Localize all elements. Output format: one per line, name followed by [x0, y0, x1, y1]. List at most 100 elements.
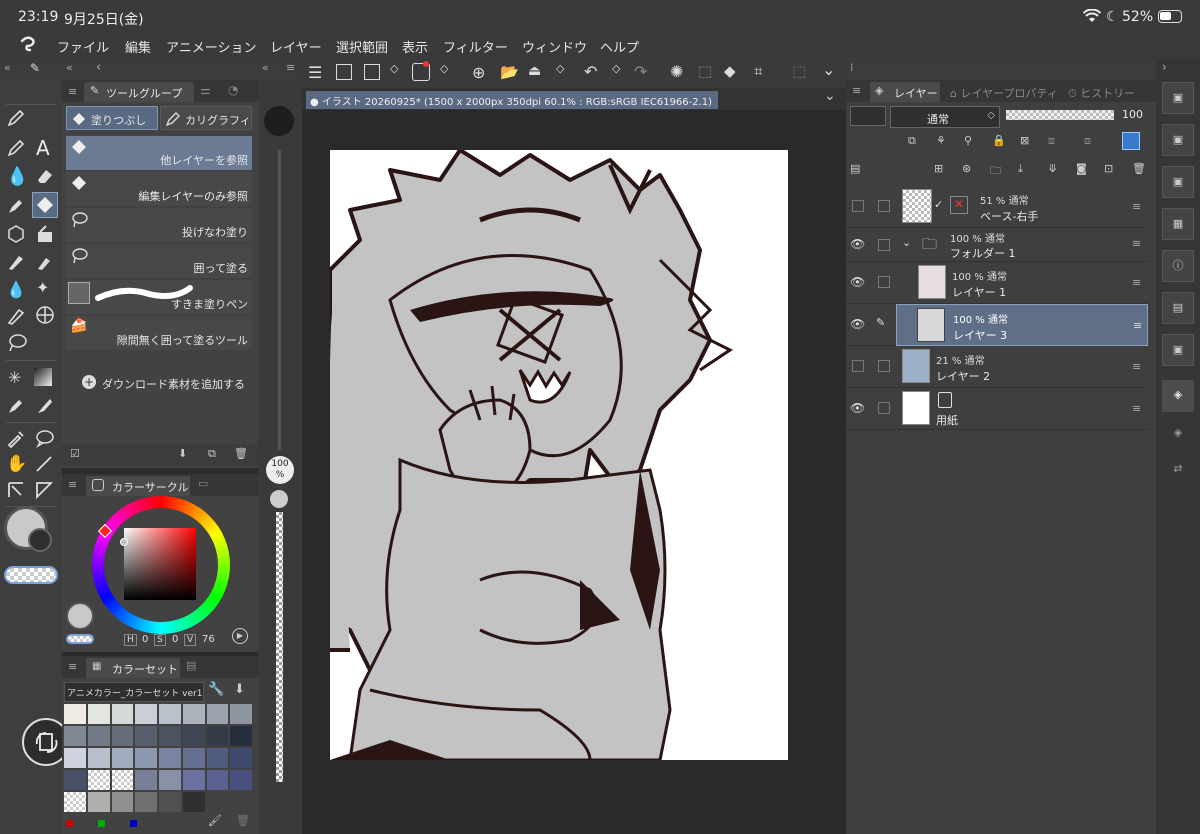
sub-view-icon[interactable]: ▣ — [1162, 124, 1194, 156]
menu-grip-icon[interactable]: ≡ — [68, 85, 77, 98]
color-swatch[interactable] — [182, 792, 205, 812]
blend-tool-icon[interactable]: 💧 — [6, 166, 28, 187]
collapse-icon[interactable]: « — [262, 61, 269, 74]
palette-icon[interactable]: ◔ — [228, 83, 238, 97]
color-swatch[interactable] — [135, 704, 157, 724]
new-folder-icon[interactable]: 🗀 — [990, 162, 1001, 181]
color-swatch[interactable] — [64, 770, 86, 790]
color-swatch[interactable] — [230, 704, 252, 724]
close-dot-icon[interactable]: ● — [310, 97, 322, 108]
color-swatch[interactable] — [206, 704, 229, 724]
blur-tool-icon[interactable]: 💧 — [6, 280, 26, 299]
sv-picker-handle[interactable] — [120, 538, 128, 546]
lasso-tool-icon[interactable] — [6, 332, 28, 354]
grip-icon[interactable]: ⁞ — [850, 61, 854, 74]
duplicate-icon[interactable]: ⧉ — [208, 447, 216, 461]
color-swatch[interactable] — [230, 770, 252, 790]
edit-target-toggle[interactable] — [878, 239, 890, 251]
color-swatch[interactable] — [111, 704, 134, 724]
layer-color-toggle[interactable] — [850, 106, 886, 126]
redo-icon[interactable]: ↷ — [634, 62, 647, 81]
color-swatch[interactable] — [182, 726, 205, 746]
materials-icon[interactable]: ▤ — [1162, 292, 1194, 324]
download-icon[interactable]: ⬇ — [234, 682, 245, 697]
chevron-right-icon[interactable]: › — [1162, 60, 1167, 74]
hamburger-menu-icon[interactable]: ☰ — [308, 63, 322, 82]
trash-icon[interactable]: 🗑 — [234, 447, 248, 460]
visibility-toggle[interactable] — [852, 200, 864, 212]
edit-pen-icon[interactable]: ✎ — [876, 316, 885, 329]
brush-pen-tool-icon[interactable] — [34, 396, 54, 416]
deselect-icon[interactable]: ⬚ — [698, 62, 712, 80]
layer-color-icon[interactable] — [1122, 132, 1140, 150]
drag-handle-icon[interactable]: ≡ — [1132, 237, 1141, 250]
save-icon[interactable]: ⏏ — [528, 63, 541, 79]
edit-target-toggle[interactable] — [878, 200, 890, 212]
menu-grip-icon[interactable]: ≡ — [68, 660, 77, 673]
pen-tool-icon[interactable] — [6, 108, 26, 128]
menu-selection[interactable]: 選択範囲 — [336, 37, 388, 56]
apply-mask-icon[interactable]: ⊡ — [1104, 162, 1113, 175]
color-swatch[interactable] — [135, 792, 157, 812]
menu-edit[interactable]: 編集 — [125, 37, 151, 56]
subtool-item-enclose-fill[interactable]: 囲って塗る — [66, 244, 252, 278]
add-icon[interactable]: + — [82, 375, 96, 389]
tab-history[interactable]: ⏱ ヒストリー — [1068, 85, 1135, 101]
document-tab[interactable]: ● イラスト 20260925* (1500 x 2000px 350dpi 6… — [306, 91, 718, 109]
brush-density-handle[interactable] — [270, 490, 288, 508]
menu-layer[interactable]: レイヤー — [270, 37, 322, 56]
expand-icon[interactable] — [336, 64, 352, 80]
eye-icon[interactable]: 👁 — [850, 401, 865, 415]
layer-row[interactable]: 21 % 通常 レイヤー 2 ≡ — [846, 346, 1148, 388]
color-swatch[interactable] — [111, 748, 134, 768]
canvas-settings-icon[interactable] — [364, 64, 380, 80]
app-logo-icon[interactable] — [18, 35, 38, 55]
color-swatch[interactable] — [87, 748, 110, 768]
layers-panel-icon[interactable]: ◈ — [1162, 380, 1194, 412]
lock-icon[interactable]: 🔒 — [992, 134, 1006, 147]
color-swatch[interactable] — [182, 748, 205, 768]
stepper-icon[interactable]: ◇ — [440, 62, 448, 75]
new-vector-layer-icon[interactable]: ⊛ — [962, 162, 971, 175]
auto-select-tool-icon[interactable]: ✳ — [8, 368, 21, 387]
tab-layer[interactable]: ◈ レイヤー — [870, 82, 940, 102]
color-swatch[interactable] — [159, 726, 181, 746]
layer-list-icon[interactable]: ▤ — [850, 162, 860, 175]
history-icon[interactable]: ⇄ — [1162, 454, 1194, 486]
color-swatch[interactable] — [159, 704, 181, 724]
crop-icon[interactable]: ⌗ — [754, 62, 762, 80]
subtool-item-refer-other[interactable]: 他レイヤーを参照 — [66, 136, 252, 170]
fill-tool-icon[interactable] — [32, 192, 58, 218]
wrench-icon[interactable]: 🔧 — [208, 682, 224, 697]
brush-tool-icon[interactable] — [6, 252, 26, 272]
trash-icon[interactable]: 🗑 — [236, 814, 250, 827]
color-swatch[interactable] — [206, 748, 229, 768]
gradient-tool-icon[interactable] — [34, 368, 52, 386]
menu-view[interactable]: 表示 — [402, 37, 428, 56]
edit-target-toggle[interactable] — [878, 276, 890, 288]
menu-help[interactable]: ヘルプ — [600, 37, 639, 56]
object-tool-icon[interactable] — [6, 224, 26, 244]
menu-grip-icon[interactable]: ≡ — [286, 61, 295, 74]
new-raster-layer-icon[interactable]: ⊞ — [934, 162, 943, 175]
sliders-icon[interactable]: ⚌ — [200, 83, 211, 97]
color-circle-transparent[interactable] — [66, 634, 94, 644]
menu-grip-icon[interactable]: ≡ — [852, 84, 861, 97]
transparent-color-button[interactable] — [4, 566, 58, 584]
color-swatch[interactable] — [111, 770, 134, 790]
new-file-icon[interactable]: ⊕ — [472, 63, 485, 82]
transform-tool-icon[interactable] — [6, 480, 26, 500]
menu-animation[interactable]: アニメーション — [166, 37, 256, 56]
color-swatch[interactable] — [206, 726, 229, 746]
eraser-tool-icon[interactable] — [34, 166, 56, 186]
mask-icon[interactable]: ◙ — [1076, 162, 1087, 175]
undo-icon[interactable]: ↶ — [584, 62, 597, 81]
color-swatch[interactable] — [64, 792, 86, 812]
subtool-item-edit-only[interactable]: 編集レイヤーのみ参照 — [66, 172, 252, 206]
layer-row-selected[interactable]: 👁 ✎ 100 % 通常 レイヤー 3 ≡ — [846, 304, 1148, 346]
color-swatch[interactable] — [182, 704, 205, 724]
menu-window[interactable]: ウィンドウ — [522, 37, 587, 56]
drag-handle-icon[interactable]: ≡ — [1132, 276, 1141, 289]
clip-icon[interactable]: ⧉ — [908, 134, 916, 148]
stepper-icon[interactable]: ◇ — [612, 62, 620, 75]
